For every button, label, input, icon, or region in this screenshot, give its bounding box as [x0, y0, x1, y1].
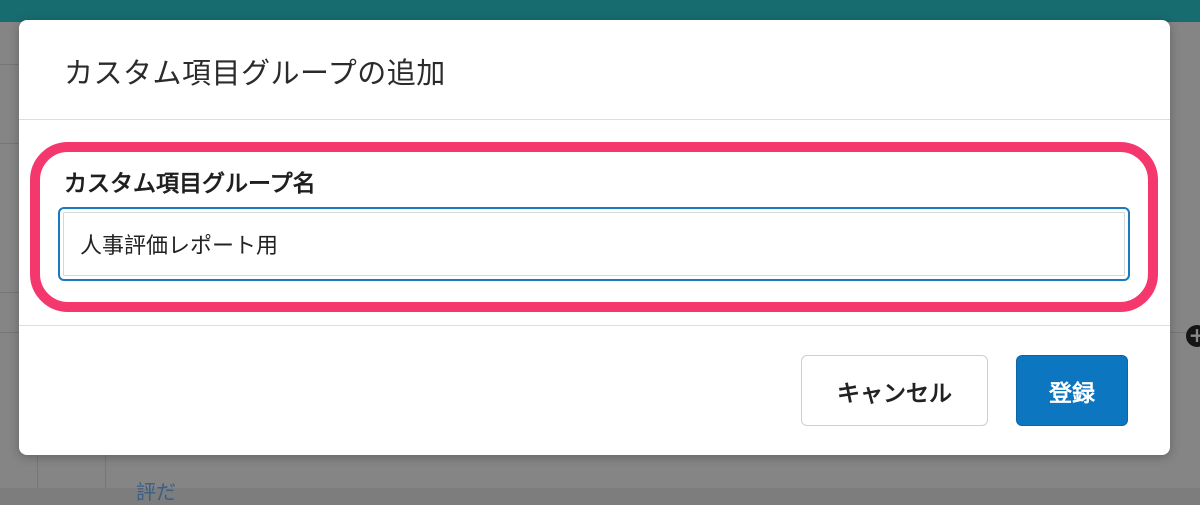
background-divider: [0, 64, 20, 65]
cancel-button[interactable]: キャンセル: [801, 355, 988, 426]
background-link[interactable]: 評だ: [136, 476, 176, 505]
dialog-footer-divider: [19, 325, 1170, 326]
add-custom-field-group-dialog: カスタム項目グループの追加 カスタム項目グループ名 キャンセル 登録: [19, 20, 1170, 455]
dialog-title: カスタム項目グループの追加: [64, 56, 446, 90]
group-name-label: カスタム項目グループ名: [64, 171, 316, 197]
background-top-bar: [0, 0, 1200, 22]
background-divider: [37, 455, 38, 488]
background-divider: [105, 455, 106, 488]
dialog-header: カスタム項目グループの追加: [19, 20, 1170, 120]
register-button[interactable]: 登録: [1016, 355, 1128, 426]
group-name-input[interactable]: [58, 207, 1130, 281]
background-divider: [0, 143, 20, 144]
background-divider: [0, 332, 20, 333]
background-divider: [0, 292, 20, 293]
add-circle-icon[interactable]: +: [1186, 325, 1200, 347]
